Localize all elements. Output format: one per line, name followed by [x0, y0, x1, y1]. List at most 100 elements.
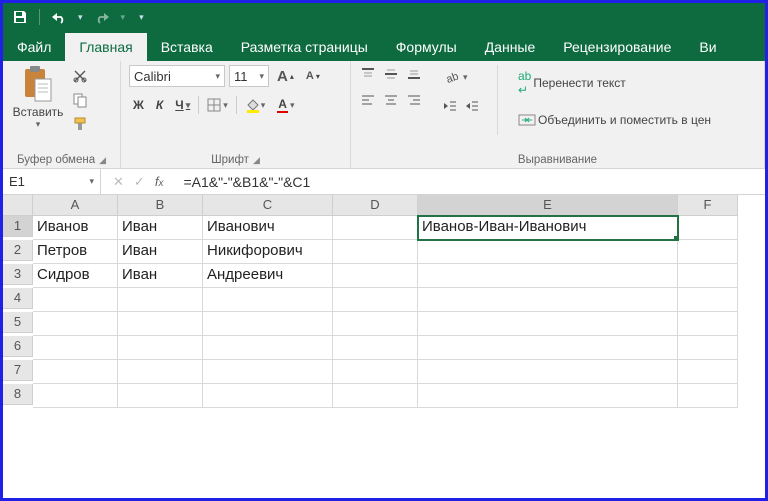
enter-formula-icon[interactable]: ✓	[134, 174, 145, 190]
cell-E8[interactable]	[418, 384, 678, 408]
row-header-2[interactable]: 2	[3, 240, 33, 261]
underline-button[interactable]: Ч▾	[171, 96, 194, 114]
tab-file[interactable]: Файл	[3, 33, 65, 61]
cell-A8[interactable]	[33, 384, 118, 408]
row-header-8[interactable]: 8	[3, 384, 33, 405]
orientation-button[interactable]: ab ▾	[441, 67, 481, 87]
cell-F7[interactable]	[678, 360, 738, 384]
name-box[interactable]: E1 ▾	[3, 169, 101, 194]
tab-data[interactable]: Данные	[471, 33, 550, 61]
undo-icon[interactable]	[50, 8, 68, 26]
align-bottom-icon[interactable]	[405, 65, 423, 83]
cell-F1[interactable]	[678, 216, 738, 240]
italic-button[interactable]: К	[152, 96, 167, 114]
cell-F6[interactable]	[678, 336, 738, 360]
redo-icon[interactable]	[93, 8, 111, 26]
format-painter-icon[interactable]	[71, 115, 89, 133]
tab-formulas[interactable]: Формулы	[382, 33, 471, 61]
paste-button[interactable]: Вставить ▾	[11, 65, 65, 130]
decrease-indent-icon[interactable]	[441, 97, 459, 115]
cell-A6[interactable]	[33, 336, 118, 360]
redo-dropdown-icon[interactable]: ▾	[121, 12, 126, 23]
tab-home[interactable]: Главная	[65, 33, 146, 61]
cut-icon[interactable]	[71, 67, 89, 85]
cell-B8[interactable]	[118, 384, 203, 408]
row-header-5[interactable]: 5	[3, 312, 33, 333]
cell-D6[interactable]	[333, 336, 418, 360]
cell-C3[interactable]: Андреевич	[203, 264, 333, 288]
col-header-B[interactable]: B	[118, 195, 203, 216]
select-all-corner[interactable]	[3, 195, 33, 216]
clipboard-launcher-icon[interactable]: ◢	[99, 155, 106, 166]
cell-B5[interactable]	[118, 312, 203, 336]
row-header-7[interactable]: 7	[3, 360, 33, 381]
formula-input[interactable]: =A1&"-"&B1&"-"&C1	[175, 174, 765, 190]
cell-C6[interactable]	[203, 336, 333, 360]
cell-C7[interactable]	[203, 360, 333, 384]
font-launcher-icon[interactable]: ◢	[253, 155, 260, 166]
cell-B2[interactable]: Иван	[118, 240, 203, 264]
row-header-6[interactable]: 6	[3, 336, 33, 357]
cell-C1[interactable]: Иванович	[203, 216, 333, 240]
merge-center-button[interactable]: Объединить и поместить в цен	[514, 111, 715, 129]
cell-E4[interactable]	[418, 288, 678, 312]
cell-E6[interactable]	[418, 336, 678, 360]
col-header-C[interactable]: C	[203, 195, 333, 216]
col-header-F[interactable]: F	[678, 195, 738, 216]
align-middle-icon[interactable]	[382, 65, 400, 83]
cell-D7[interactable]	[333, 360, 418, 384]
col-header-E[interactable]: E	[418, 195, 678, 216]
font-color-button[interactable]: A ▾	[273, 95, 298, 115]
cell-B6[interactable]	[118, 336, 203, 360]
align-right-icon[interactable]	[405, 91, 423, 109]
cell-D5[interactable]	[333, 312, 418, 336]
cell-E3[interactable]	[418, 264, 678, 288]
fx-icon[interactable]: fx	[155, 174, 164, 189]
grow-font-button[interactable]: A▴	[273, 66, 298, 87]
bold-button[interactable]: Ж	[129, 96, 148, 114]
align-center-icon[interactable]	[382, 91, 400, 109]
cell-E7[interactable]	[418, 360, 678, 384]
cell-A1[interactable]: Иванов	[33, 216, 118, 240]
cancel-formula-icon[interactable]: ✕	[113, 174, 124, 190]
cell-F5[interactable]	[678, 312, 738, 336]
font-size-combo[interactable]: 11 ▾	[229, 65, 269, 87]
align-left-icon[interactable]	[359, 91, 377, 109]
cell-B7[interactable]	[118, 360, 203, 384]
align-top-icon[interactable]	[359, 65, 377, 83]
copy-icon[interactable]	[71, 91, 89, 109]
cell-F4[interactable]	[678, 288, 738, 312]
fill-color-button[interactable]: ▾	[241, 96, 270, 115]
cell-C4[interactable]	[203, 288, 333, 312]
paste-dropdown-icon[interactable]: ▾	[36, 119, 41, 130]
tab-insert[interactable]: Вставка	[147, 33, 227, 61]
cell-B1[interactable]: Иван	[118, 216, 203, 240]
row-header-3[interactable]: 3	[3, 264, 33, 285]
col-header-A[interactable]: A	[33, 195, 118, 216]
col-header-D[interactable]: D	[333, 195, 418, 216]
tab-view[interactable]: Ви	[685, 33, 730, 61]
cell-D1[interactable]	[333, 216, 418, 240]
cell-A7[interactable]	[33, 360, 118, 384]
cell-E5[interactable]	[418, 312, 678, 336]
cell-A4[interactable]	[33, 288, 118, 312]
wrap-text-button[interactable]: ab↵ Перенести текст	[514, 67, 715, 99]
borders-button[interactable]: ▾	[203, 96, 232, 114]
qat-customize-icon[interactable]: ▾	[139, 12, 144, 23]
cell-F8[interactable]	[678, 384, 738, 408]
cell-B4[interactable]	[118, 288, 203, 312]
save-icon[interactable]	[11, 8, 29, 26]
cell-C5[interactable]	[203, 312, 333, 336]
font-name-combo[interactable]: Calibri ▾	[129, 65, 225, 87]
cell-B3[interactable]: Иван	[118, 264, 203, 288]
cell-A2[interactable]: Петров	[33, 240, 118, 264]
cell-F3[interactable]	[678, 264, 738, 288]
increase-indent-icon[interactable]	[463, 97, 481, 115]
row-header-4[interactable]: 4	[3, 288, 33, 309]
cell-F2[interactable]	[678, 240, 738, 264]
cell-E2[interactable]	[418, 240, 678, 264]
tab-layout[interactable]: Разметка страницы	[227, 33, 382, 61]
tab-review[interactable]: Рецензирование	[549, 33, 685, 61]
cell-C2[interactable]: Никифорович	[203, 240, 333, 264]
cell-A3[interactable]: Сидров	[33, 264, 118, 288]
